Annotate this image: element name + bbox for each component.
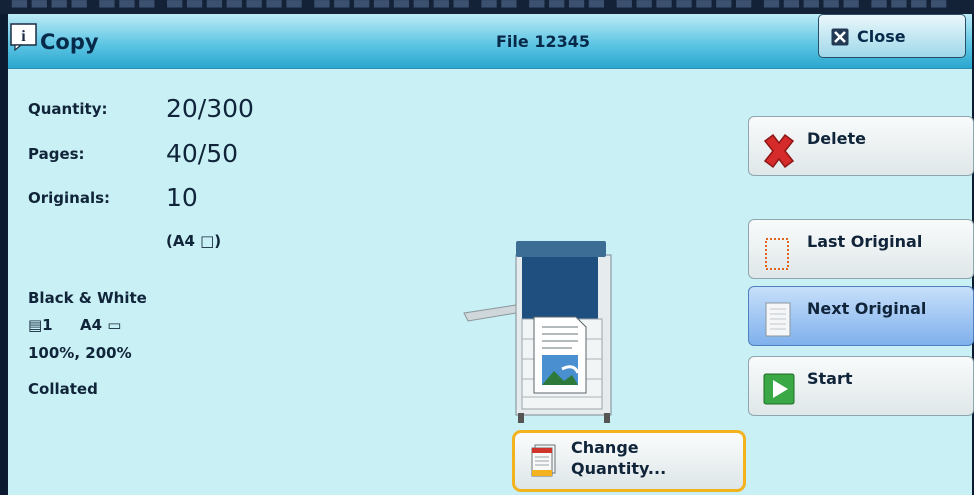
last-original-label: Last Original [807, 232, 923, 251]
last-original-icon [765, 238, 789, 270]
delete-x-icon [763, 133, 795, 169]
delete-button[interactable]: Delete [748, 116, 974, 176]
close-x-icon [831, 28, 849, 46]
original-size: (A4 □) [166, 232, 222, 250]
start-label: Start [807, 369, 853, 388]
quantity-label: Quantity: [28, 100, 108, 118]
originals-label: Originals: [28, 189, 111, 207]
pages-value: 40/50 [166, 139, 239, 168]
paper-tray: ▤1 [28, 316, 53, 334]
title-bar: i Copy File 12345 Close [8, 14, 972, 69]
next-original-button[interactable]: Next Original [748, 286, 974, 346]
finishing-mode: Collated [28, 380, 98, 398]
svg-text:i: i [21, 28, 26, 45]
next-original-icon [765, 302, 791, 337]
background-strip: ▬▬▬▬ ▬▬▬ ▬▬▬▬▬▬▬ ▬▬▬▬▬▬▬▬ ▬▬ ▬▬▬▬ ▬▬▬▬▬▬… [0, 0, 974, 14]
copy-job-window: i Copy File 12345 Close Quantity: 20/300… [6, 14, 974, 495]
close-button[interactable]: Close [818, 14, 966, 58]
change-quantity-label: Change Quantity... [571, 438, 667, 478]
delete-label: Delete [807, 129, 866, 148]
page-title: Copy [40, 30, 99, 54]
color-mode: Black & White [28, 289, 147, 307]
copier-machine-icon [463, 241, 612, 423]
info-icon[interactable]: i [10, 23, 38, 51]
obscured-background-text: ▬▬▬▬ ▬▬▬ ▬▬▬▬▬▬▬ ▬▬▬▬▬▬▬▬ ▬▬ ▬▬▬▬ ▬▬▬▬▬▬… [10, 0, 950, 14]
close-label: Close [857, 27, 906, 46]
change-quantity-icon [531, 444, 556, 477]
zoom-ratio: 100%, 200% [28, 344, 132, 362]
change-quantity-button[interactable]: Change Quantity... [512, 430, 746, 492]
pages-label: Pages: [28, 145, 85, 163]
quantity-value: 20/300 [166, 94, 254, 123]
next-original-label: Next Original [807, 299, 927, 318]
originals-value: 10 [166, 183, 198, 212]
paper-size: A4 ▭ [80, 316, 122, 334]
start-button[interactable]: Start [748, 356, 974, 416]
start-play-icon [763, 373, 795, 405]
last-original-button[interactable]: Last Original [748, 219, 974, 279]
file-name: File 12345 [496, 32, 590, 51]
